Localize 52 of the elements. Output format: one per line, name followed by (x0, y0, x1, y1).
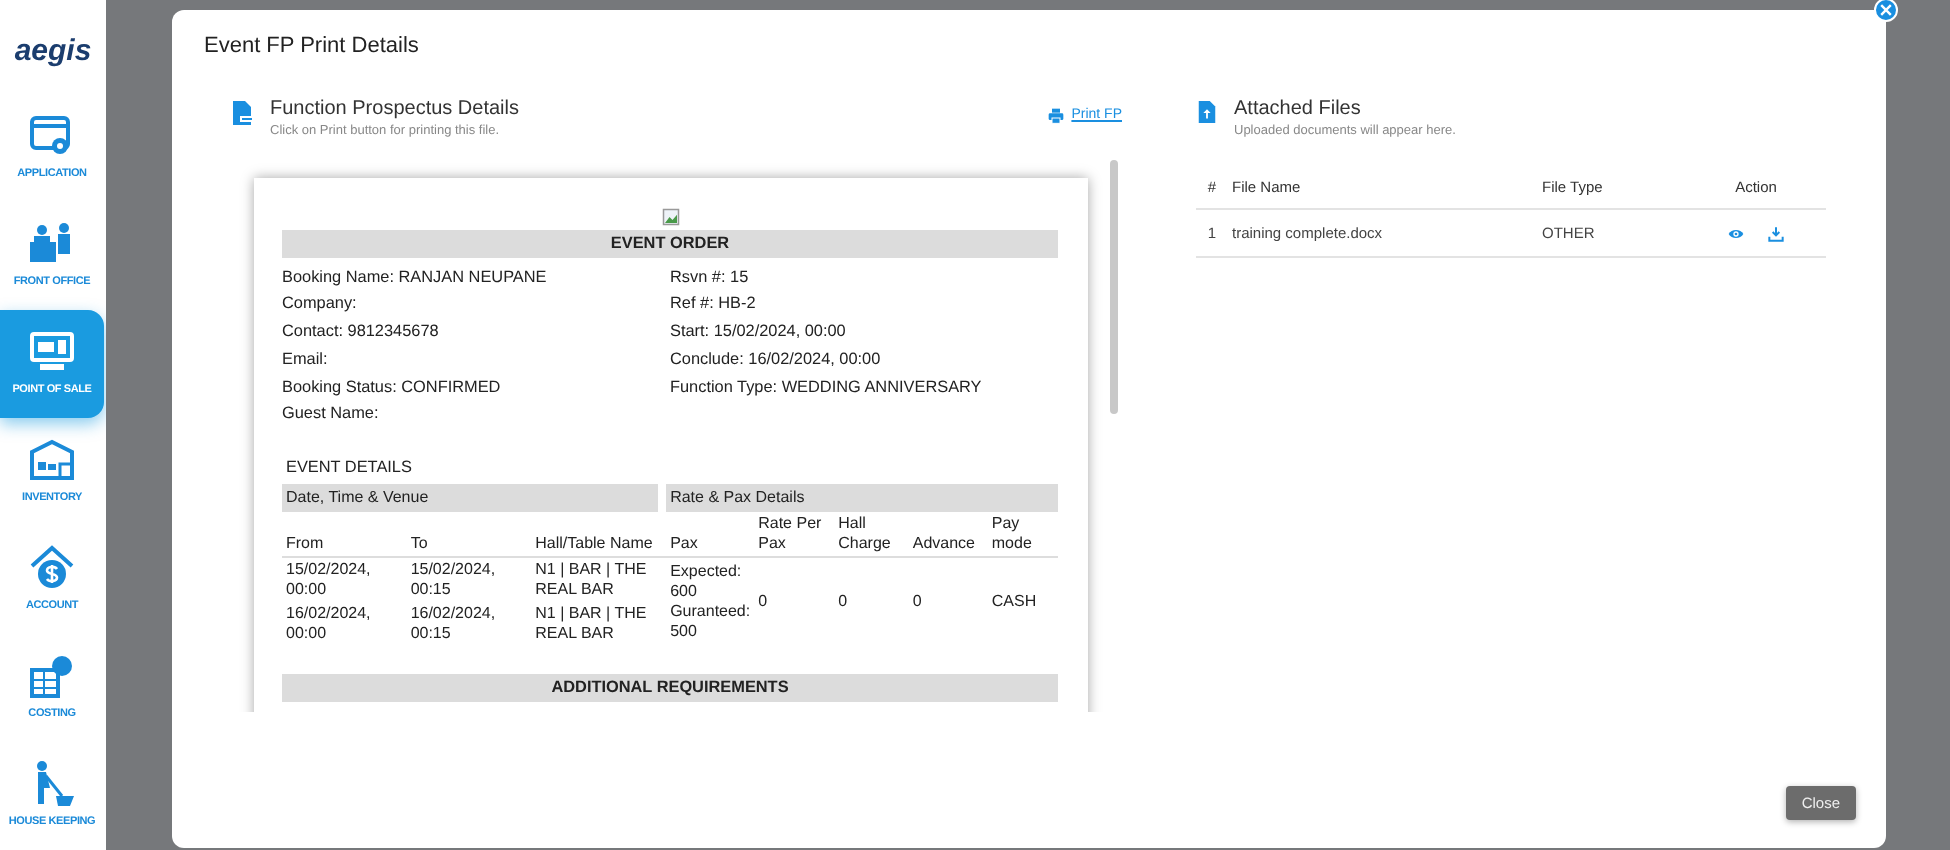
table-cell: 15/02/2024, 00:15 (406, 557, 532, 603)
field-text: Guest Name: (282, 402, 381, 427)
field-text: Email: (282, 347, 330, 372)
field-text: Conclude: 16/02/2024, 00:00 (670, 347, 883, 372)
house-dollar-icon (28, 544, 76, 593)
pdf-file-icon (230, 98, 254, 128)
column-header: Hall Charge (834, 512, 909, 558)
section-title: Attached Files (1234, 98, 1363, 122)
table-cell-text: 16/02/2024, 00:15 (408, 602, 498, 647)
section-heading: ADDITIONAL REQUIREMENTS (282, 674, 1058, 703)
table-cell: 15/02/2024, 00:00 (282, 557, 407, 603)
column-header: Rate Per Pax (754, 512, 835, 558)
field-text: Start: 15/02/2024, 00:00 (670, 320, 848, 345)
group-header: Date, Time & Venue (282, 484, 659, 513)
field-text: Function Type: WEDDING ANNIVERSARY (670, 375, 984, 400)
file-upload-icon (1196, 98, 1218, 126)
table-cell-text: Expected: 600 (670, 562, 744, 603)
section-title: EVENT DETAILS (286, 455, 414, 480)
field-text: Booking Name: RANJAN NEUPANE (282, 265, 549, 290)
scrollbar[interactable] (1110, 159, 1118, 414)
printer-icon (1047, 108, 1064, 125)
eye-icon (1728, 226, 1744, 243)
column-header: Advance (908, 512, 988, 558)
field-text: Contact: 9812345678 (282, 320, 441, 345)
column-header: Hall/Table Name (531, 512, 659, 558)
table-cell: 0 (834, 557, 909, 647)
field-text: Ref #: HB-2 (670, 292, 758, 317)
close-icon (1880, 4, 1892, 16)
table-cell: 0 (908, 557, 988, 647)
table-cell-text: N1 | BAR | THE REAL BAR (533, 602, 649, 647)
section-heading: EVENT ORDER (282, 229, 1058, 258)
calculator-coin-icon (28, 652, 76, 701)
close-button[interactable] (1874, 0, 1898, 22)
group-header: Rate & Pax Details (666, 484, 1058, 513)
table-cell: Guranteed: 500 (670, 602, 751, 643)
table-cell: N1 | BAR | THE REAL BAR (531, 557, 659, 603)
table-cell-text: 16/02/2024, 00:00 (284, 602, 373, 647)
table-cell: 0 (754, 557, 835, 647)
field-text: Rsvn #: 15 (670, 265, 751, 290)
broken-image-icon (661, 207, 679, 226)
warehouse-icon (28, 436, 76, 485)
field-text: Booking Status: CONFIRMED (282, 375, 503, 400)
logo: aegis (12, 32, 94, 72)
column-header: Pay mode (987, 512, 1058, 558)
column-header: Pax (666, 512, 755, 558)
download-icon (1768, 226, 1784, 243)
section-title: Function Prospectus Details (270, 98, 520, 122)
modal-title: Event FP Print Details (202, 32, 421, 62)
column-header: From (282, 512, 407, 558)
field-text: Company: (282, 292, 359, 317)
table-cell: CASH (987, 557, 1058, 647)
column-header: To (406, 512, 532, 558)
